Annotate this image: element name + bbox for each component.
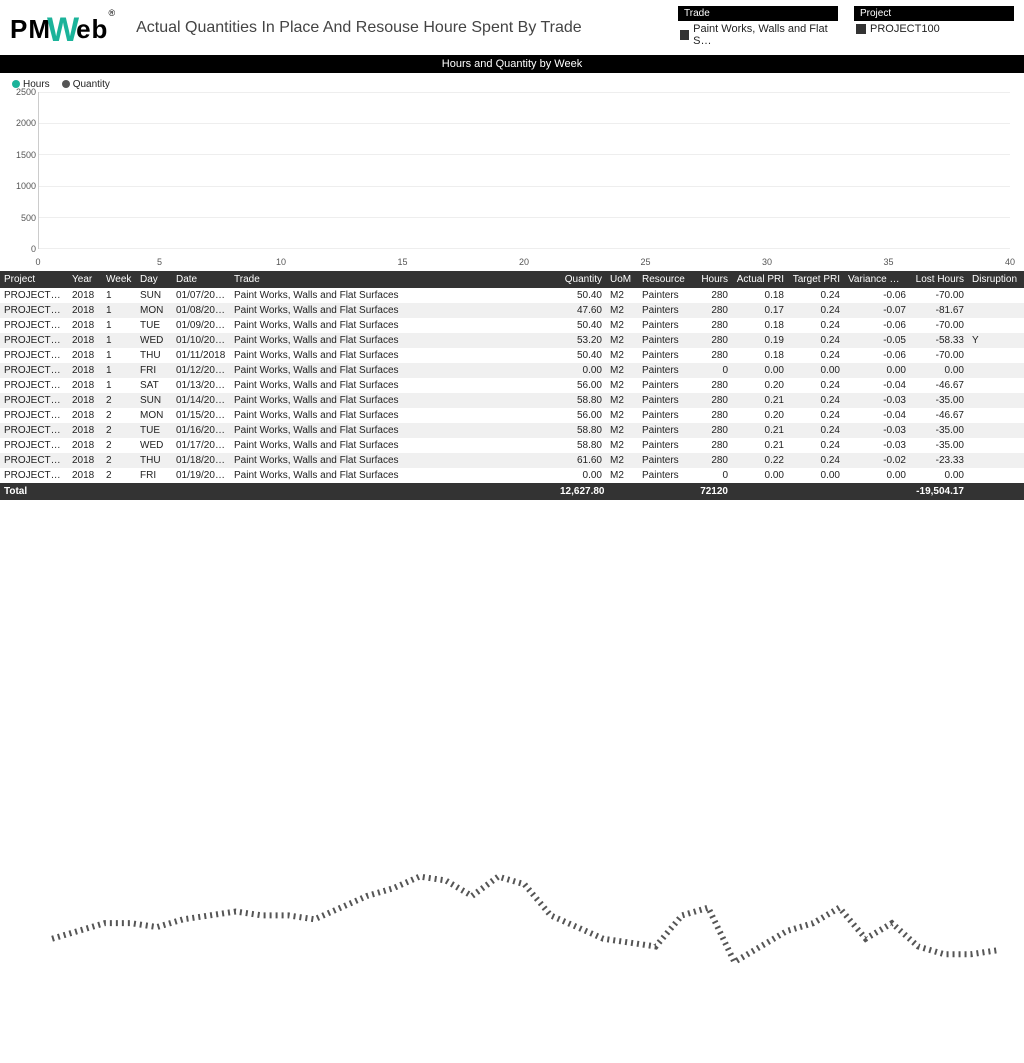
filter-project-value[interactable]: PROJECT100 [854,21,1014,37]
x-tick: 5 [157,257,162,267]
chart-title: Hours and Quantity by Week [0,55,1024,73]
x-tick: 35 [883,257,893,267]
chart-area: 05001000150020002500 0510152025303540 [10,92,1014,267]
logo: PMWeb® [10,8,116,47]
page-title: Actual Quantities In Place And Resouse H… [136,19,582,37]
x-tick: 0 [35,257,40,267]
logo-reg: ® [108,8,116,18]
x-tick: 20 [519,257,529,267]
y-tick: 1000 [16,181,36,191]
swatch-icon [856,24,866,34]
x-tick: 10 [276,257,286,267]
x-tick: 30 [762,257,772,267]
dot-icon [62,80,70,88]
logo-slash: W [47,11,80,49]
chart: Hours Quantity 0 500 1000 1500 2000 2500 0 5 10… [0,73,1024,269]
filter-trade-text: Paint Works, Walls and Flat S… [693,23,836,47]
header: PMWeb® Actual Quantities In Place And Re… [0,0,1024,51]
y-tick: 1500 [16,150,36,160]
filters: Trade Paint Works, Walls and Flat S… Pro… [678,6,1014,49]
y-tick: 2000 [16,118,36,128]
filter-trade-value[interactable]: Paint Works, Walls and Flat S… [678,21,838,49]
x-axis: 0510152025303540 [38,249,1010,267]
y-axis: 05001000150020002500 [10,92,38,249]
quantity-line[interactable] [52,877,997,962]
chart-line [39,92,1010,1063]
filter-trade[interactable]: Trade Paint Works, Walls and Flat S… [678,6,838,49]
x-tick: 25 [640,257,650,267]
x-tick: 40 [1005,257,1015,267]
x-tick: 15 [397,257,407,267]
chart-legend: Hours Quantity [12,79,1014,90]
y-tick: 2500 [16,87,36,97]
chart-grid [38,92,1010,249]
y-tick: 500 [21,213,36,223]
logo-left: PM [10,14,51,44]
logo-right: eb [76,14,108,44]
filter-trade-label: Trade [678,6,838,21]
filter-project[interactable]: Project PROJECT100 [854,6,1014,49]
legend-quantity: Quantity [62,79,110,90]
swatch-icon [680,30,689,40]
filter-project-label: Project [854,6,1014,21]
filter-project-text: PROJECT100 [870,23,940,35]
y-tick: 0 [31,244,36,254]
